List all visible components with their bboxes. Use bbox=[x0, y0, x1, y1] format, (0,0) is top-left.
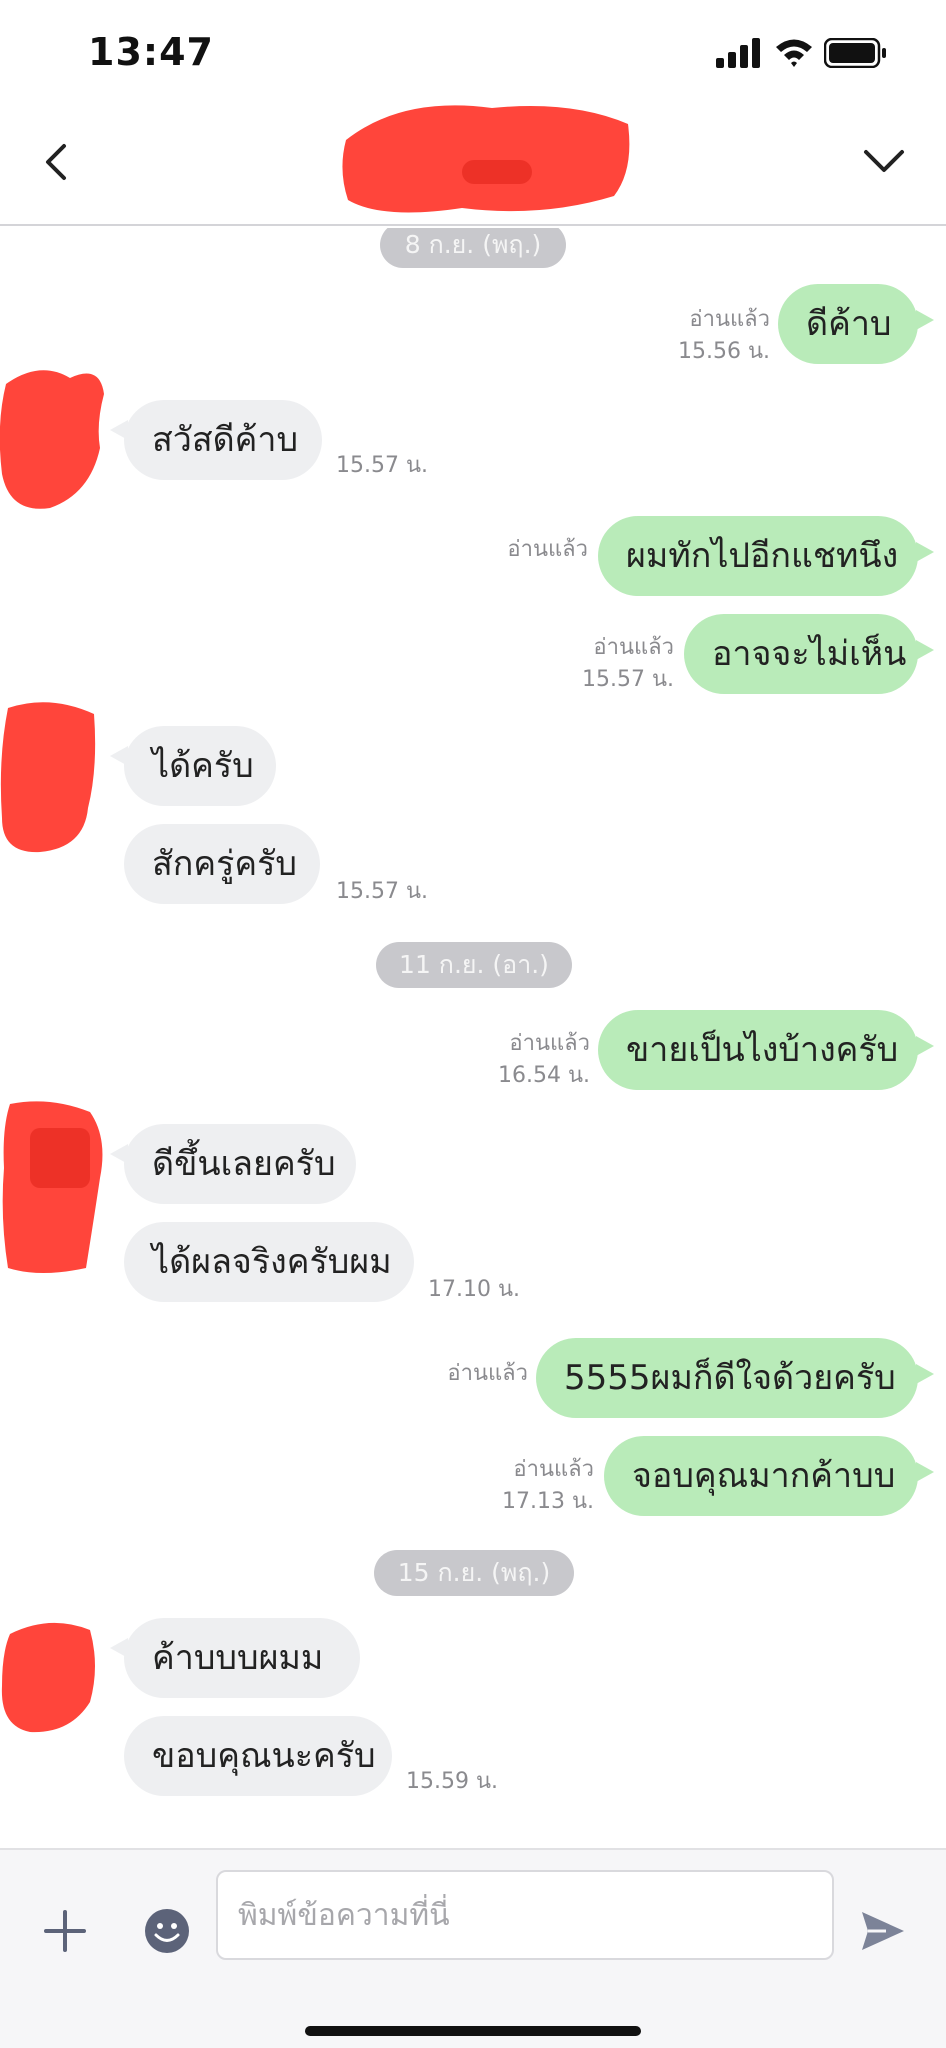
chat-header bbox=[0, 100, 946, 226]
read-receipt: อ่านแล้ว 15.57 น. bbox=[582, 632, 674, 696]
back-chevron-icon[interactable] bbox=[36, 140, 80, 184]
outgoing-message[interactable]: จอบคุณมากค้าบบ bbox=[604, 1436, 934, 1516]
incoming-message[interactable]: ดีขึ้นเลยครับ bbox=[110, 1124, 356, 1204]
message-time: 17.10 น. bbox=[428, 1277, 521, 1302]
date-separator: 15 ก.ย. (พฤ.) bbox=[374, 1550, 574, 1596]
outgoing-message[interactable]: ผมทักไปอีกแชทนึง bbox=[598, 516, 934, 596]
message-time: 15.57 น. bbox=[581, 667, 674, 692]
read-receipt: อ่านแล้ว 16.54 น. bbox=[498, 1028, 590, 1092]
read-status: อ่านแล้ว bbox=[509, 1031, 590, 1056]
read-status: อ่านแล้ว bbox=[507, 537, 588, 562]
plus-icon[interactable] bbox=[40, 1906, 90, 1956]
contact-avatar-redacted[interactable] bbox=[0, 1098, 110, 1278]
message-input-bar bbox=[0, 1848, 946, 2048]
read-status: อ่านแล้ว bbox=[513, 1457, 594, 1482]
read-receipt: อ่านแล้ว 17.13 น. bbox=[502, 1454, 594, 1518]
incoming-message[interactable]: ได้ผลจริงครับผม bbox=[124, 1222, 414, 1302]
status-bar: 13:47 bbox=[0, 0, 946, 100]
incoming-message[interactable]: ขอบคุณนะครับ bbox=[124, 1716, 392, 1796]
chat-message-list[interactable]: 8 ก.ย. (พฤ.) อ่านแล้ว 15.56 น. ดีค้าบ สว… bbox=[0, 228, 946, 1848]
incoming-message[interactable]: ค้าบบบผมม bbox=[110, 1618, 360, 1698]
read-status: อ่านแล้ว bbox=[447, 1361, 528, 1386]
outgoing-message[interactable]: ดีค้าบ bbox=[778, 284, 934, 364]
status-time: 13:47 bbox=[88, 30, 214, 74]
home-indicator bbox=[305, 2026, 641, 2036]
incoming-message[interactable]: สักครู่ครับ bbox=[124, 824, 320, 904]
read-receipt: อ่านแล้ว 15.56 น. bbox=[678, 304, 770, 368]
outgoing-message[interactable]: อาจจะไม่เห็น bbox=[684, 614, 934, 694]
battery-icon bbox=[824, 38, 886, 68]
contact-avatar-redacted[interactable] bbox=[0, 698, 100, 858]
message-time: 16.54 น. bbox=[497, 1063, 590, 1088]
message-time: 15.56 น. bbox=[677, 339, 770, 364]
date-separator: 11 ก.ย. (อา.) bbox=[376, 942, 572, 988]
read-status: อ่านแล้ว bbox=[593, 635, 674, 660]
contact-name-redacted[interactable] bbox=[342, 100, 632, 218]
outgoing-message[interactable]: ขายเป็นไงบ้างครับ bbox=[598, 1010, 934, 1090]
message-time: 15.57 น. bbox=[336, 879, 429, 904]
incoming-message[interactable]: สวัสดีค้าบ bbox=[110, 400, 322, 480]
outgoing-message[interactable]: 5555ผมก็ดีใจด้วยครับ bbox=[536, 1338, 934, 1418]
cellular-signal-icon bbox=[716, 38, 760, 68]
send-icon[interactable] bbox=[858, 1906, 908, 1956]
message-input[interactable] bbox=[216, 1870, 834, 1960]
message-time: 17.13 น. bbox=[501, 1489, 594, 1514]
contact-avatar-redacted[interactable] bbox=[0, 1616, 100, 1736]
smiley-icon[interactable] bbox=[144, 1908, 190, 1954]
read-status: อ่านแล้ว bbox=[689, 307, 770, 332]
message-time: 15.59 น. bbox=[406, 1769, 499, 1794]
date-separator: 8 ก.ย. (พฤ.) bbox=[380, 228, 566, 268]
incoming-message[interactable]: ได้ครับ bbox=[110, 726, 276, 806]
message-time: 15.57 น. bbox=[336, 453, 429, 478]
wifi-icon bbox=[776, 39, 812, 67]
contact-avatar-redacted[interactable] bbox=[0, 364, 110, 514]
chevron-down-icon[interactable] bbox=[862, 144, 906, 180]
